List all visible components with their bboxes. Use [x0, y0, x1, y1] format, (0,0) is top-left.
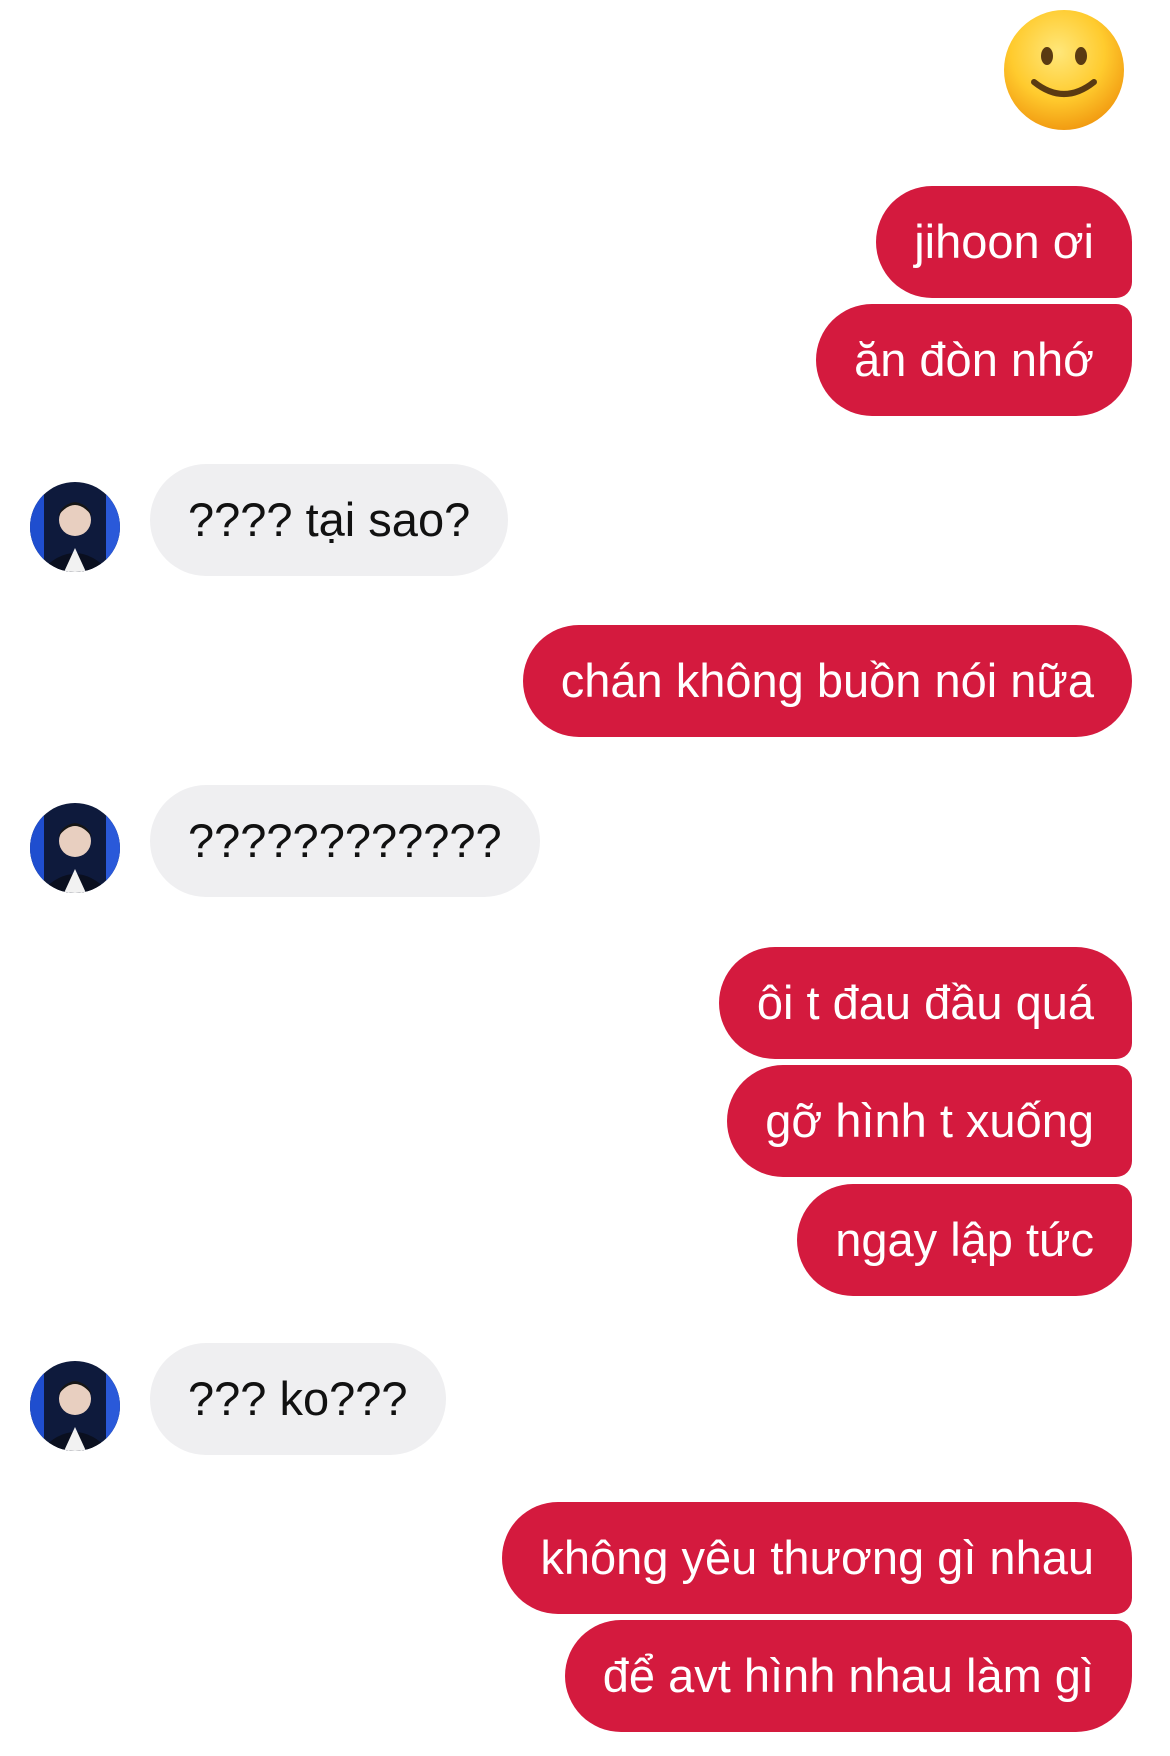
contact-avatar-icon[interactable]: [30, 482, 120, 572]
sent-message-bubble[interactable]: để avt hình nhau làm gì: [564, 1620, 1132, 1732]
contact-avatar-icon[interactable]: [30, 1361, 120, 1451]
received-message-bubble[interactable]: ???? tại sao?: [150, 464, 509, 576]
slightly-smiling-face-emoji-icon: [1000, 6, 1128, 134]
sent-message-bubble[interactable]: chán không buồn nói nữa: [522, 625, 1132, 737]
received-message-bubble[interactable]: ??? ko???: [150, 1343, 446, 1455]
received-message-bubble[interactable]: ????????????: [150, 785, 540, 897]
sent-message-bubble[interactable]: jihoon ơi: [876, 186, 1132, 298]
sent-message-bubble[interactable]: không yêu thương gì nhau: [502, 1502, 1132, 1614]
sent-message-bubble[interactable]: ngay lập tức: [797, 1184, 1132, 1296]
sent-message-bubble[interactable]: ăn đòn nhớ: [816, 304, 1132, 416]
contact-avatar-icon[interactable]: [30, 803, 120, 893]
sent-message-bubble[interactable]: gỡ hình t xuống: [727, 1065, 1132, 1177]
sent-message-bubble[interactable]: ôi t đau đầu quá: [718, 947, 1132, 1059]
